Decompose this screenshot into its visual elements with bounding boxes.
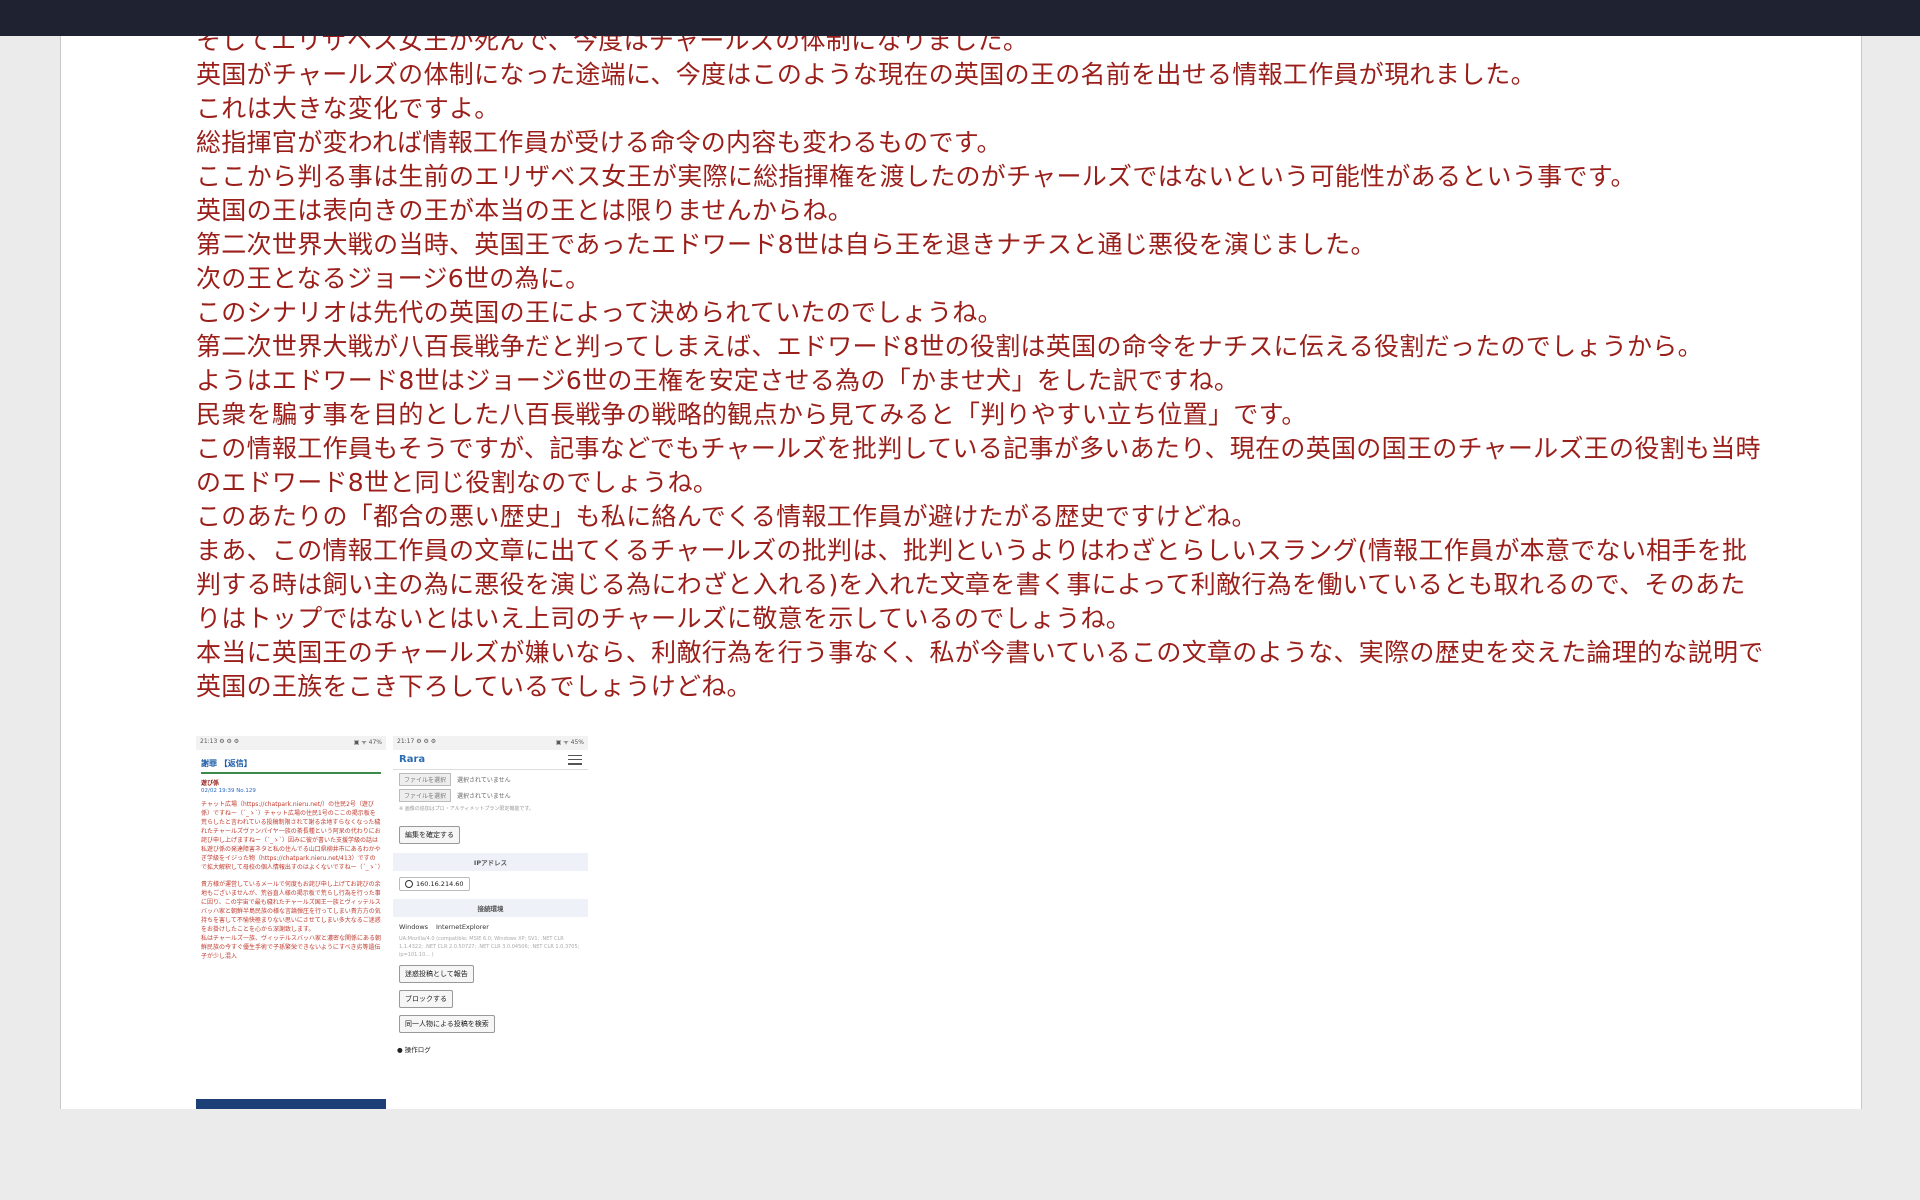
file-row: ファイルを選択 選択されていません bbox=[399, 773, 582, 786]
post-body-continued: 貴方様が運営しているメールで何度もお詫び申し上げてお詫びの余地もございませんが、… bbox=[201, 881, 381, 960]
file-status: 選択されていません bbox=[457, 777, 511, 784]
image-note: ※ 画像の追加はプロ・アルティメットプラン限定機能です。 bbox=[399, 806, 534, 812]
ip-address-value: 160.16.214.60 bbox=[416, 880, 464, 888]
article-line: そしてエリザベス女王が死んで、今度はチャールズの体制になりました。 bbox=[196, 36, 1029, 55]
article-line: ここから判る事は生前のエリザベス女王が実際に総指揮権を渡したのがチャールズではな… bbox=[196, 162, 1636, 191]
environment-row: Windows InternetExplorer bbox=[399, 923, 582, 931]
search-same-user-button[interactable]: 同一人物による投稿を検索 bbox=[399, 1015, 495, 1033]
block-button[interactable]: ブロックする bbox=[399, 990, 453, 1008]
article-line: このあたりの「都合の悪い歴史」も私に絡んでくる情報工作員が避けたがる歴史ですけど… bbox=[196, 502, 1257, 531]
post-title: 謝罪 【返信】 bbox=[201, 758, 381, 774]
os-label: Windows bbox=[399, 923, 429, 931]
screenshot-admin-panel[interactable]: 21:17 ⚙ ⚙ ⚙ ▣ ᯤ 45% Rara ファイルを選択 選択されていま… bbox=[393, 736, 588, 1109]
post-date: 02/02 19:39 No.129 bbox=[201, 788, 256, 794]
article-line: これは大きな変化ですよ。 bbox=[196, 94, 500, 123]
post-body: チャット広場（https://chatpark.nieru.net/）の住民2号… bbox=[201, 801, 384, 871]
file-row: ファイルを選択 選択されていません bbox=[399, 789, 582, 802]
article-line: まあ、この情報工作員の文章に出てくるチャールズの批判は、批判というよりはわざとら… bbox=[196, 536, 1748, 633]
phone-status-bar: 21:17 ⚙ ⚙ ⚙ ▣ ᯤ 45% bbox=[393, 736, 588, 750]
embedded-screenshots: 21:13 ⚙ ⚙ ⚙ ▣ ᯤ 47% 謝罪 【返信】 遊び係 02/02 19… bbox=[196, 736, 596, 1109]
report-spam-button[interactable]: 迷惑投稿として報告 bbox=[399, 965, 474, 983]
search-icon bbox=[405, 880, 413, 888]
hamburger-menu-icon[interactable] bbox=[568, 754, 582, 765]
rara-logo: Rara bbox=[399, 754, 426, 765]
file-select-button[interactable]: ファイルを選択 bbox=[399, 773, 452, 786]
blog-page: そしてエリザベス女王が死んで、今度はチャールズの体制になりました。 英国がチャー… bbox=[60, 36, 1862, 1109]
article-line: このシナリオは先代の英国の王によって決められていたのでしょうね。 bbox=[196, 298, 1003, 327]
article-body: そしてエリザベス女王が死んで、今度はチャールズの体制になりました。 英国がチャー… bbox=[196, 36, 1766, 704]
status-time: 21:13 ⚙ ⚙ ⚙ bbox=[200, 738, 240, 745]
ip-section-header: IPアドレス bbox=[393, 853, 588, 871]
article-line: 次の王となるジョージ6世の為に。 bbox=[196, 264, 591, 293]
file-select-button[interactable]: ファイルを選択 bbox=[399, 789, 452, 802]
file-status: 選択されていません bbox=[457, 793, 511, 800]
article-line: 民衆を騙す事を目的とした八百長戦争の戦略的観点から見てみると「判りやすい立ち位置… bbox=[196, 400, 1307, 429]
browser-top-bar bbox=[0, 0, 1920, 36]
env-section-header: 接続環境 bbox=[393, 899, 588, 917]
status-time: 21:17 ⚙ ⚙ ⚙ bbox=[397, 738, 437, 745]
article-line: 英国の王は表向きの王が本当の王とは限りませんからね。 bbox=[196, 196, 854, 225]
post-author: 遊び係 bbox=[201, 780, 220, 787]
article-line: 総指揮官が変われば情報工作員が受ける命令の内容も変わるものです。 bbox=[196, 128, 1002, 157]
ip-address-field[interactable]: 160.16.214.60 bbox=[399, 877, 470, 891]
article-line: 第二次世界大戦が八百長戦争だと判ってしまえば、エドワード8世の役割は英国の命令を… bbox=[196, 332, 1703, 361]
article-line: 英国がチャールズの体制になった途端に、今度はこのような現在の英国の王の名前を出せ… bbox=[196, 60, 1536, 89]
status-icons: ▣ ᯤ 45% bbox=[555, 739, 584, 746]
article-line: この情報工作員もそうですが、記事などでもチャールズを批判している記事が多いあたり… bbox=[196, 434, 1761, 497]
confirm-edit-button[interactable]: 編集を確定する bbox=[399, 826, 460, 844]
phone-status-bar: 21:13 ⚙ ⚙ ⚙ ▣ ᯤ 47% bbox=[196, 736, 386, 750]
footer-banner bbox=[196, 1099, 386, 1109]
article-line: 第二次世界大戦の当時、英国王であったエドワード8世は自ら王を退きナチスと通じ悪役… bbox=[196, 230, 1376, 259]
screenshot-forum-apology[interactable]: 21:13 ⚙ ⚙ ⚙ ▣ ᯤ 47% 謝罪 【返信】 遊び係 02/02 19… bbox=[196, 736, 386, 1109]
operation-log-label: 操作ログ bbox=[397, 1044, 584, 1054]
browser-label: InternetExplorer bbox=[436, 923, 489, 931]
article-line: 本当に英国王のチャールズが嫌いなら、利敵行為を行う事なく、私が今書いているこの文… bbox=[196, 638, 1764, 701]
rara-header: Rara bbox=[393, 750, 588, 770]
article-line: ようはエドワード8世はジョージ6世の王権を安定させる為の「かませ犬」をした訳です… bbox=[196, 366, 1240, 395]
status-icons: ▣ ᯤ 47% bbox=[353, 739, 382, 746]
user-agent-text: UA:Mozilla/4.0 (compatible; MSIE 6.0; Wi… bbox=[399, 936, 580, 958]
